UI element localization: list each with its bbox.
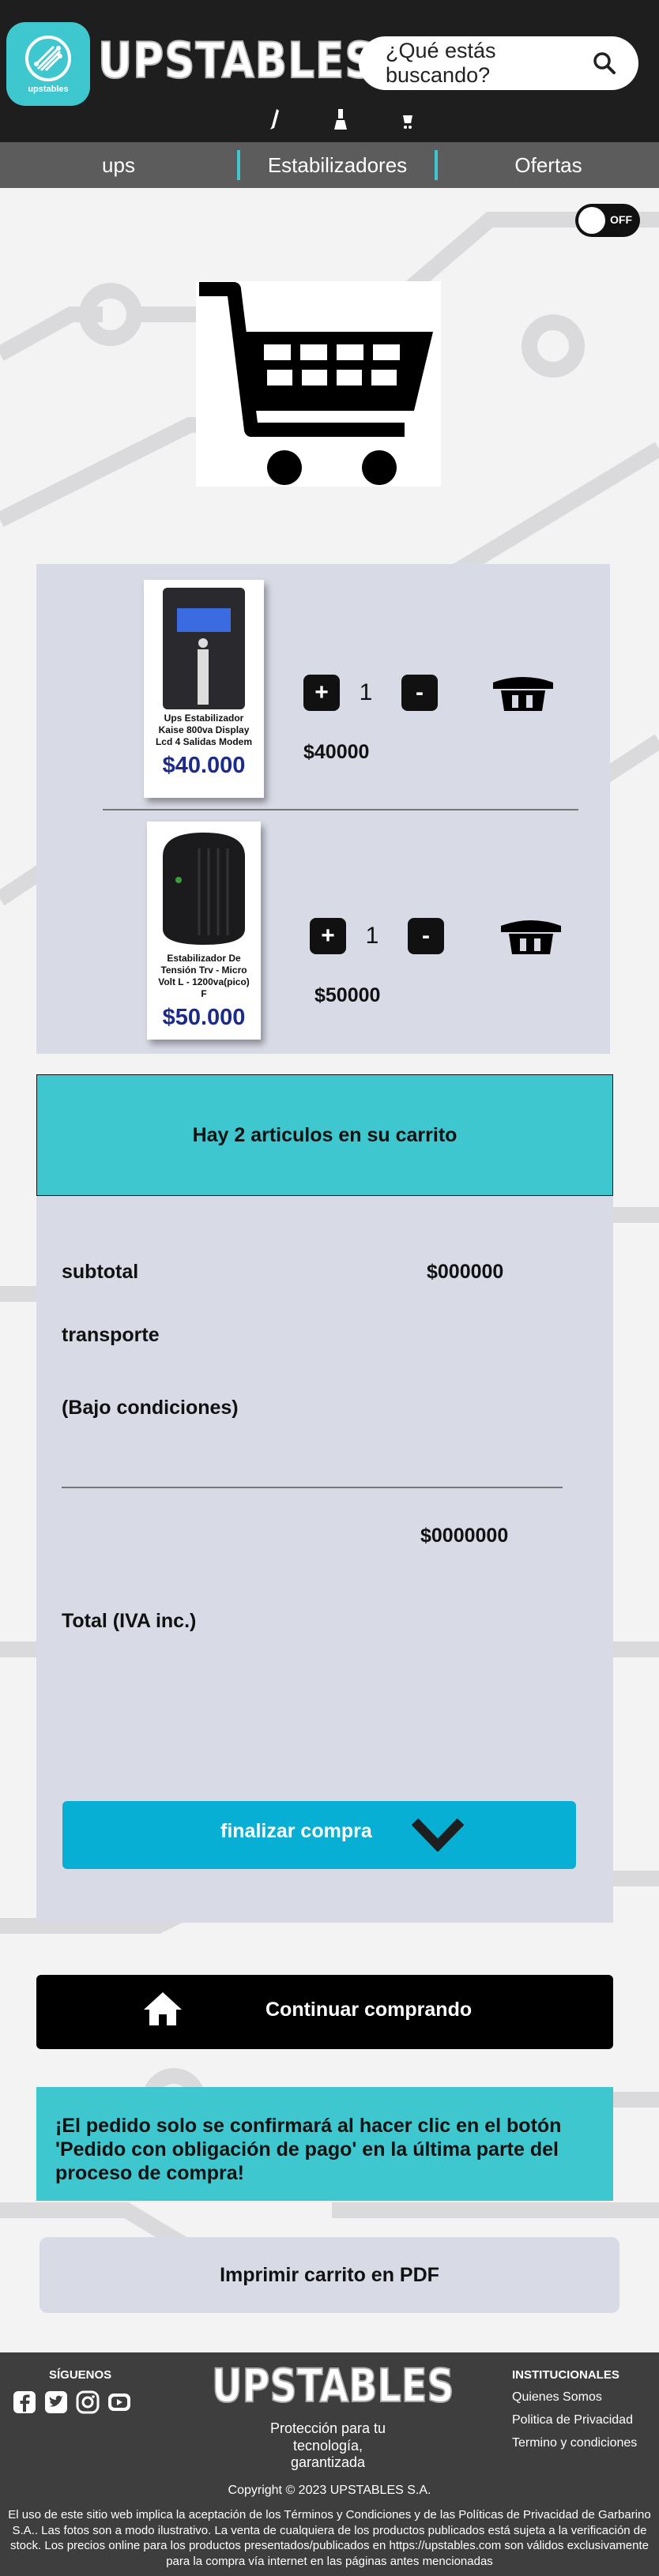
item-total: $50000 (314, 984, 381, 1006)
logo-circuit-icon (25, 36, 71, 81)
footer-tagline: Protección para tu tecnología, garantiza… (269, 2420, 386, 2471)
theme-toggle[interactable]: OFF (575, 204, 640, 237)
toggle-knob (578, 207, 605, 234)
cart-count-banner: Hay 2 articulos en su carrito (36, 1074, 613, 1196)
facebook-icon[interactable] (13, 2390, 36, 2414)
increase-qty-button[interactable]: + (303, 675, 340, 711)
continue-shopping-button[interactable]: Continuar comprando (36, 1975, 613, 2049)
continue-shopping-label: Continuar comprando (265, 1999, 473, 2021)
search-icon[interactable] (593, 51, 616, 75)
footer-link-privacy[interactable]: Politica de Privacidad (512, 2413, 633, 2427)
item-total: $40000 (303, 741, 370, 763)
transport-label: transporte (62, 1324, 160, 1346)
trash-icon[interactable] (490, 675, 556, 714)
search-input[interactable]: ¿Qué estás buscando? (386, 39, 593, 88)
order-notice-text: ¡El pedido solo se confirmará al hacer c… (55, 2115, 562, 2184)
product-image-stabilizer (163, 833, 245, 945)
twitter-icon[interactable] (44, 2390, 68, 2414)
logo-text: upstables (28, 85, 69, 94)
footer-link-terms[interactable]: Termino y condiciones (512, 2436, 637, 2450)
print-pdf-label: Imprimir carrito en PDF (220, 2263, 439, 2286)
toggle-label: OFF (610, 213, 632, 226)
total-label: Total (IVA inc.) (62, 1610, 197, 1632)
site-header: upstables UPSTABLES ¿Qué estás buscando? (0, 0, 659, 142)
site-footer: SÍGUENOS UPSTABLES Protección para tu te… (0, 2352, 659, 2576)
increase-qty-button[interactable]: + (310, 918, 346, 954)
cart-small-icon[interactable] (401, 107, 414, 135)
instagram-icon[interactable] (76, 2390, 100, 2414)
logo[interactable]: upstables (6, 22, 90, 106)
user-icon[interactable] (333, 107, 348, 135)
home-icon (144, 1992, 182, 2025)
product-price: $40.000 (162, 753, 246, 778)
quantity-value[interactable]: 1 (345, 675, 387, 711)
footer-link-about[interactable]: Quienes Somos (512, 2390, 602, 2405)
cart-hero-image (196, 281, 441, 487)
main-nav: ups Estabilizadores Ofertas (0, 142, 659, 188)
pen-icon[interactable] (269, 107, 281, 135)
brand-name[interactable]: UPSTABLES (97, 31, 375, 90)
subtotal-value: $000000 (427, 1261, 504, 1283)
follow-us-heading: SÍGUENOS (49, 2368, 112, 2382)
legal-text: El uso de este sitio web implica la acep… (8, 2508, 651, 2568)
finalize-purchase-button[interactable]: finalizar compra (62, 1801, 576, 1869)
item-divider (103, 809, 578, 810)
total-value: $0000000 (420, 1525, 509, 1547)
finalize-label: finalizar compra (220, 1820, 372, 1842)
trash-icon[interactable] (498, 918, 564, 957)
header-mini-icons (261, 107, 419, 134)
cart-item-card[interactable]: Estabilizador De Tensión Trv - Micro Vol… (147, 822, 261, 1040)
quantity-value[interactable]: 1 (351, 918, 394, 954)
order-notice: ¡El pedido solo se confirmará al hacer c… (36, 2087, 613, 2201)
conditions-label: (Bajo condiciones) (62, 1397, 239, 1419)
footer-brand: UPSTABLES (211, 2358, 454, 2413)
print-pdf-button[interactable]: Imprimir carrito en PDF (40, 2237, 619, 2313)
decrease-qty-button[interactable]: - (408, 918, 444, 954)
nav-item-ofertas[interactable]: Ofertas (438, 153, 659, 178)
product-name: Ups Estabilizador Kaise 800va Display Lc… (155, 713, 253, 747)
shopping-cart-icon (199, 282, 433, 485)
search-bar[interactable]: ¿Qué estás buscando? (359, 36, 638, 90)
decrease-qty-button[interactable]: - (401, 675, 438, 711)
product-name: Estabilizador De Tensión Trv - Micro Vol… (158, 953, 250, 999)
youtube-icon[interactable] (107, 2390, 131, 2414)
cart-item-card[interactable]: Ups Estabilizador Kaise 800va Display Lc… (144, 580, 264, 798)
institutional-heading: INSTITUCIONALES (512, 2368, 619, 2382)
copyright: Copyright © 2023 UPSTABLES S.A. (228, 2484, 431, 2497)
product-image-ups (163, 588, 245, 709)
cart-items-panel: Ups Estabilizador Kaise 800va Display Lc… (36, 564, 610, 1054)
nav-item-ups[interactable]: ups (0, 153, 237, 178)
chevron-down-icon (412, 1818, 464, 1852)
nav-item-estabilizadores[interactable]: Estabilizadores (240, 153, 435, 178)
subtotal-label: subtotal (62, 1261, 139, 1283)
summary-divider (62, 1487, 563, 1488)
product-price: $50.000 (162, 1005, 246, 1030)
cart-count-text: Hay 2 articulos en su carrito (192, 1123, 458, 1146)
order-summary: subtotal $000000 transporte (Bajo condic… (36, 1196, 613, 1923)
